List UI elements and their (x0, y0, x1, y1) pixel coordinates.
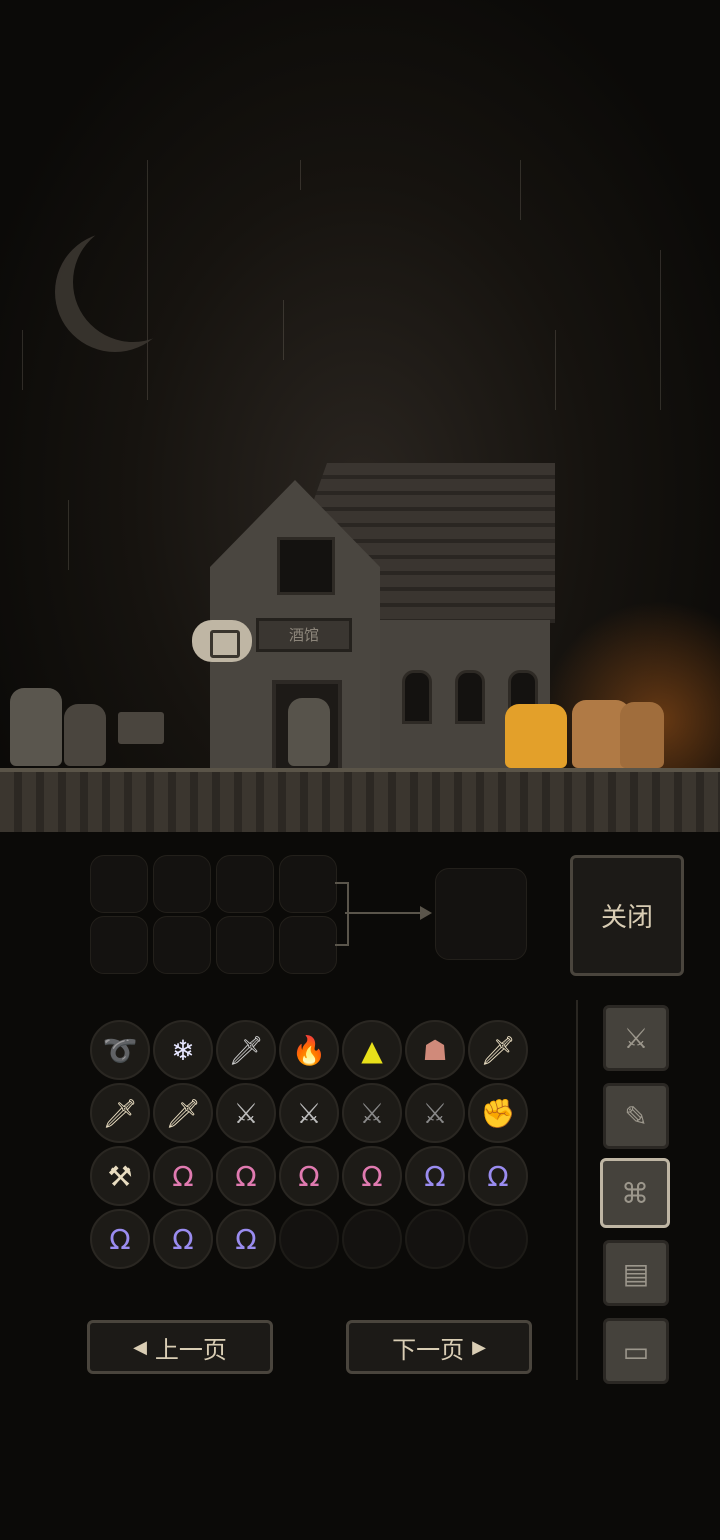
inventory-slot[interactable]: ▲ (342, 1020, 402, 1080)
crafting-slot[interactable] (90, 855, 148, 913)
inventory-slot[interactable]: ⚔ (405, 1083, 465, 1143)
inventory-slot[interactable]: 🗡 (90, 1083, 150, 1143)
crafting-slot[interactable] (90, 916, 148, 974)
crafting-slot[interactable] (216, 916, 274, 974)
crafting-slot[interactable] (279, 855, 337, 913)
side-tab-crafting-map[interactable]: ⌘ (600, 1158, 670, 1228)
inventory-slot-empty[interactable] (405, 1209, 465, 1269)
arrow-right-icon: ▶ (472, 1336, 486, 1358)
dark-sword-icon: ⚔ (422, 1096, 448, 1130)
dagger-icon: 🗡 (228, 1033, 264, 1067)
pink-necklace-icon: Ω (361, 1159, 383, 1193)
enter-door-icon (210, 630, 240, 658)
side-divider (576, 1000, 578, 1380)
inventory-slot[interactable]: ⚔ (216, 1083, 276, 1143)
villager-character (64, 704, 106, 766)
fire-amulet-icon: 🔥 (291, 1033, 327, 1067)
inventory-slot[interactable]: ➰ (90, 1020, 150, 1080)
inventory-slot[interactable]: 🔥 (279, 1020, 339, 1080)
moon-icon (55, 232, 175, 352)
blue-necklace-icon: Ω (487, 1159, 509, 1193)
crafting-slot[interactable] (216, 855, 274, 913)
inventory-slot[interactable]: ⚒ (90, 1146, 150, 1206)
prev-page-label: 上一页 (154, 1335, 227, 1364)
villager-character (10, 688, 62, 766)
crafting-result-slot[interactable] (435, 868, 527, 960)
gold-pyramid-icon: ▲ (361, 1033, 383, 1067)
party-member-character (620, 702, 664, 768)
inventory-slot-empty[interactable] (342, 1209, 402, 1269)
inventory-slot[interactable]: 🗡 (153, 1083, 213, 1143)
inventory-slot[interactable]: Ω (405, 1146, 465, 1206)
prev-page-button[interactable]: ◀ 上一页 (87, 1320, 273, 1374)
inventory-slot[interactable]: 🗡 (216, 1020, 276, 1080)
wooden-sword-icon: 🗡 (480, 1033, 516, 1067)
blue-necklace-icon: Ω (172, 1222, 194, 1256)
crafting-slot[interactable] (153, 916, 211, 974)
tavern-window (402, 670, 432, 724)
crafting-bracket (335, 882, 349, 946)
arrow-left-icon: ◀ (133, 1336, 147, 1358)
inventory-slot[interactable]: Ω (153, 1209, 213, 1269)
blue-necklace-icon: Ω (109, 1222, 131, 1256)
mailbox-icon[interactable] (118, 712, 164, 744)
pink-necklace-icon: Ω (235, 1159, 257, 1193)
inventory-slot-empty[interactable] (468, 1209, 528, 1269)
crossed-swords-icon: ⚔ (623, 1021, 649, 1055)
side-tab-crossed-swords[interactable]: ⚔ (603, 1005, 669, 1071)
inventory-slot[interactable]: Ω (153, 1146, 213, 1206)
skull-box-icon: ☗ (422, 1033, 448, 1067)
inventory-slot[interactable]: Ω (468, 1146, 528, 1206)
tavern-sign: 酒馆 (256, 618, 352, 652)
game-scene: 酒馆 (0, 0, 720, 832)
crystal-icon: ❄ (171, 1033, 195, 1067)
dark-sword-icon: ⚔ (359, 1096, 385, 1130)
inventory-slot[interactable]: ❄ (153, 1020, 213, 1080)
crafting-slot[interactable] (279, 916, 337, 974)
inventory-slot[interactable]: ⚔ (342, 1083, 402, 1143)
ground (0, 768, 720, 832)
wooden-sword-icon: 🗡 (165, 1096, 201, 1130)
stone-gauntlet-icon: ✊ (480, 1096, 516, 1130)
scroll-quill-icon: ✎ (624, 1099, 648, 1133)
inventory-slot[interactable]: 🗡 (468, 1020, 528, 1080)
side-tab-documents[interactable]: ▤ (603, 1240, 669, 1306)
wooden-sword-icon: 🗡 (102, 1096, 138, 1130)
short-sword-icon: ⚔ (296, 1096, 322, 1130)
hero-character (505, 704, 567, 768)
blue-necklace-icon: Ω (235, 1222, 257, 1256)
inventory-slot[interactable]: Ω (216, 1209, 276, 1269)
tavern-window (277, 537, 335, 595)
inventory-slot[interactable]: Ω (342, 1146, 402, 1206)
inventory-slot-empty[interactable] (279, 1209, 339, 1269)
inventory-slot[interactable]: Ω (216, 1146, 276, 1206)
close-button[interactable]: 关闭 (570, 855, 684, 976)
side-tab-computer[interactable]: ▭ (603, 1318, 669, 1384)
inventory-slot[interactable]: Ω (279, 1146, 339, 1206)
blue-necklace-icon: Ω (424, 1159, 446, 1193)
inventory-slot[interactable]: ✊ (468, 1083, 528, 1143)
axe-icon: ⚒ (107, 1159, 133, 1193)
pink-necklace-icon: Ω (172, 1159, 194, 1193)
tavern-window (455, 670, 485, 724)
next-page-button[interactable]: 下一页 ▶ (346, 1320, 532, 1374)
arrow-right-icon (420, 906, 432, 920)
crafting-map-icon: ⌘ (621, 1176, 649, 1210)
short-sword-icon: ⚔ (233, 1096, 259, 1130)
villager-character (288, 698, 330, 766)
inventory-slot[interactable]: ☗ (405, 1020, 465, 1080)
inventory-slot[interactable]: Ω (90, 1209, 150, 1269)
crafting-slot[interactable] (153, 855, 211, 913)
next-page-label: 下一页 (392, 1335, 465, 1364)
ring-icon: ➰ (102, 1033, 138, 1067)
documents-icon: ▤ (622, 1256, 650, 1290)
computer-icon: ▭ (622, 1334, 650, 1368)
inventory-slot[interactable]: ⚔ (279, 1083, 339, 1143)
pink-necklace-icon: Ω (298, 1159, 320, 1193)
side-tab-scroll-quill[interactable]: ✎ (603, 1083, 669, 1149)
crafting-arrow (345, 912, 425, 914)
